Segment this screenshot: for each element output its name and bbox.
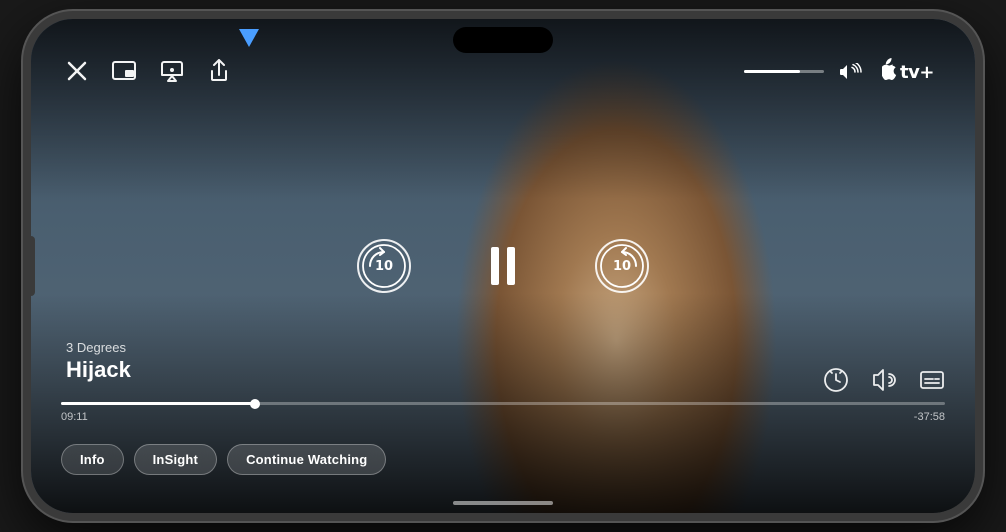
- rewind-button[interactable]: 10: [357, 239, 411, 293]
- subtitles-button[interactable]: [919, 366, 945, 393]
- volume-icon: [840, 61, 862, 82]
- close-button[interactable]: [66, 60, 88, 83]
- top-left-controls: [66, 59, 230, 83]
- top-right-controls: tv+: [744, 57, 940, 85]
- insight-button[interactable]: InSight: [134, 444, 217, 475]
- audio-button[interactable]: [871, 366, 897, 393]
- pill-buttons: Info InSight Continue Watching: [61, 444, 386, 475]
- phone-frame: tv+ 10 10: [23, 11, 983, 521]
- title-info: 3 Degrees Hijack: [66, 340, 131, 383]
- arrow-indicator: [239, 17, 259, 47]
- time-current: 09:11: [61, 411, 88, 423]
- info-button[interactable]: Info: [61, 444, 124, 475]
- episode-label: 3 Degrees: [66, 340, 131, 355]
- camera-bump: [27, 236, 35, 296]
- dynamic-island: [453, 27, 553, 53]
- time-display: 09:11 -37:58: [61, 411, 945, 423]
- appletv-text: tv+: [882, 57, 940, 85]
- svg-text:tv+: tv+: [900, 62, 934, 83]
- pause-bar-left: [491, 247, 499, 285]
- episode-title: Hijack: [66, 357, 131, 383]
- arrow-head: [239, 29, 259, 47]
- svg-text:10: 10: [613, 259, 631, 274]
- time-remaining: -37:58: [914, 411, 945, 423]
- pip-button[interactable]: [112, 60, 136, 83]
- pause-bar-right: [507, 247, 515, 285]
- svg-text:10: 10: [375, 259, 393, 274]
- volume-bar[interactable]: [744, 70, 824, 73]
- volume-fill: [744, 70, 800, 73]
- airplay-button[interactable]: [160, 60, 184, 83]
- share-button[interactable]: [208, 59, 230, 83]
- right-side-icons: [823, 366, 945, 393]
- speed-button[interactable]: [823, 366, 849, 393]
- continue-watching-button[interactable]: Continue Watching: [227, 444, 386, 475]
- progress-fill: [61, 402, 255, 405]
- appletv-logo: tv+: [878, 57, 940, 85]
- progress-bar[interactable]: [61, 402, 945, 405]
- home-indicator: [453, 501, 553, 505]
- center-playback-controls: 10 10: [357, 239, 649, 293]
- forward-button[interactable]: 10: [595, 239, 649, 293]
- progress-area: 09:11 -37:58: [61, 402, 945, 423]
- pause-button[interactable]: [491, 247, 515, 285]
